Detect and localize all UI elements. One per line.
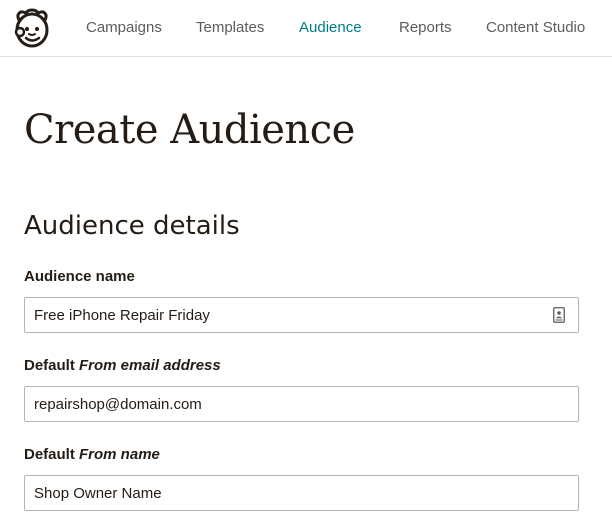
from-name-label: Default From name [24,446,160,463]
audience-name-label: Audience name [24,268,135,285]
from-email-field[interactable] [24,386,579,422]
contact-card-icon[interactable] [553,307,565,323]
from-email-label-prefix: Default [24,357,80,374]
page-title: Create Audience [24,107,355,153]
from-name-field[interactable] [24,475,579,511]
nav-templates[interactable]: Templates [196,19,264,36]
nav-content-studio[interactable]: Content Studio [486,19,585,36]
from-name-label-prefix: Default [24,446,80,463]
section-title: Audience details [24,211,240,241]
nav-campaigns[interactable]: Campaigns [86,19,162,36]
nav-audience[interactable]: Audience [299,19,362,36]
top-navigation: Campaigns Templates Audience Reports Con… [0,0,612,57]
from-email-label: Default From email address [24,357,221,374]
audience-name-field[interactable] [24,297,579,333]
audience-name-input[interactable] [25,298,578,332]
audience-name-label-text: Audience name [24,268,135,285]
from-name-label-emphasis: From name [79,446,160,463]
mailchimp-logo-icon[interactable] [10,6,54,50]
nav-reports[interactable]: Reports [399,19,452,36]
from-email-label-emphasis: From email address [79,357,221,374]
from-name-input[interactable] [25,476,578,510]
from-email-input[interactable] [25,387,578,421]
